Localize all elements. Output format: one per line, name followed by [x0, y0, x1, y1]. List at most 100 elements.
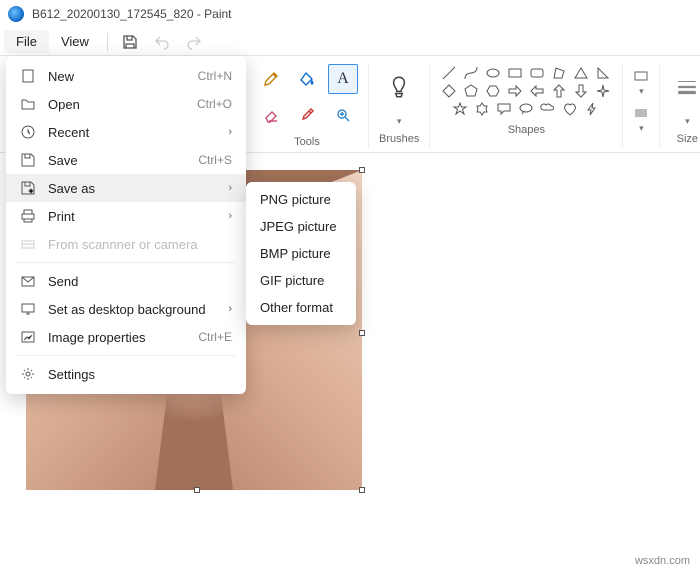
lightning-icon — [584, 101, 600, 117]
save-as-gif[interactable]: GIF picture — [246, 267, 356, 294]
text-tool[interactable]: A — [328, 64, 358, 94]
roundrect-icon — [529, 65, 545, 81]
shape-diamond[interactable] — [440, 82, 458, 100]
shape-curve[interactable] — [462, 64, 480, 82]
paint-app-icon — [8, 6, 24, 22]
scanner-icon — [20, 236, 36, 252]
shape-arrow-up[interactable] — [550, 82, 568, 100]
shape-lightning[interactable] — [583, 100, 601, 118]
eraser-tool[interactable] — [256, 100, 286, 130]
callout-cloud-icon — [540, 101, 556, 117]
file-menu-new[interactable]: New Ctrl+N — [6, 62, 246, 90]
file-menu-set-background[interactable]: Set as desktop background › — [6, 295, 246, 323]
shapes-label: Shapes — [508, 124, 545, 136]
fill-icon — [633, 105, 649, 121]
save-as-submenu: PNG picture JPEG picture BMP picture GIF… — [246, 182, 356, 325]
chevron-down-icon[interactable]: ▾ — [397, 116, 402, 127]
size-picker[interactable] — [670, 64, 700, 110]
picker-tool[interactable] — [292, 100, 322, 130]
shape-outline-button[interactable]: ▾ — [633, 68, 649, 97]
menu-view[interactable]: View — [49, 30, 101, 53]
shape-triangle[interactable] — [572, 64, 590, 82]
file-menu-save-as[interactable]: Save as › — [6, 174, 246, 202]
shape-arrow-down[interactable] — [572, 82, 590, 100]
file-menu-open[interactable]: Open Ctrl+O — [6, 90, 246, 118]
file-menu-save[interactable]: Save Ctrl+S — [6, 146, 246, 174]
brush-icon — [386, 74, 412, 100]
resize-handle-s[interactable] — [194, 487, 200, 493]
watermark: wsxdn.com — [635, 555, 690, 567]
save-as-bmp[interactable]: BMP picture — [246, 240, 356, 267]
pencil-tool[interactable] — [256, 64, 286, 94]
shape-polygon[interactable] — [550, 64, 568, 82]
save-as-jpeg[interactable]: JPEG picture — [246, 213, 356, 240]
resize-handle-ne[interactable] — [359, 167, 365, 173]
heart-icon — [562, 101, 578, 117]
chevron-right-icon: › — [228, 126, 232, 138]
shape-callout-cloud[interactable] — [539, 100, 557, 118]
callout-oval-icon — [518, 101, 534, 117]
file-menu-settings[interactable]: Settings — [6, 360, 246, 388]
outline-icon — [633, 68, 649, 84]
redo-icon — [186, 34, 202, 50]
file-menu-recent[interactable]: Recent › — [6, 118, 246, 146]
arrowl-icon — [529, 83, 545, 99]
shape-star6[interactable] — [473, 100, 491, 118]
undo-button[interactable] — [146, 28, 178, 56]
file-menu-send[interactable]: Send — [6, 267, 246, 295]
window-title: B612_20200130_172545_820 - Paint — [32, 7, 232, 21]
group-shape-opts: ▾ ▾ — [622, 64, 659, 148]
shape-arrow-left[interactable] — [528, 82, 546, 100]
menu-separator — [16, 262, 236, 263]
menu-separator — [16, 355, 236, 356]
shape-oval[interactable] — [484, 64, 502, 82]
shape-fill-button[interactable]: ▾ — [633, 105, 649, 134]
tools-label: Tools — [294, 136, 320, 148]
arrowr-icon — [507, 83, 523, 99]
file-menu: New Ctrl+N Open Ctrl+O Recent › Save Ctr… — [6, 56, 246, 394]
shape-right-triangle[interactable] — [594, 64, 612, 82]
star4-icon — [595, 83, 611, 99]
brush-picker[interactable] — [379, 64, 419, 110]
pentagon-icon — [463, 83, 479, 99]
shape-roundrect[interactable] — [528, 64, 546, 82]
group-brushes: ▾ Brushes — [368, 64, 429, 148]
save-icon — [20, 152, 36, 168]
properties-icon — [20, 329, 36, 345]
new-icon — [20, 68, 36, 84]
shape-hexagon[interactable] — [484, 82, 502, 100]
shape-rect[interactable] — [506, 64, 524, 82]
chevron-right-icon: › — [228, 303, 232, 315]
shape-callout-oval[interactable] — [517, 100, 535, 118]
save-as-png[interactable]: PNG picture — [246, 186, 356, 213]
file-menu-image-properties[interactable]: Image properties Ctrl+E — [6, 323, 246, 351]
resize-handle-se[interactable] — [359, 487, 365, 493]
chevron-right-icon: › — [228, 182, 232, 194]
chevron-down-icon[interactable]: ▾ — [685, 116, 690, 127]
rect-icon — [507, 65, 523, 81]
send-icon — [20, 273, 36, 289]
save-quick-button[interactable] — [114, 28, 146, 56]
fill-tool[interactable] — [292, 64, 322, 94]
shape-star4[interactable] — [594, 82, 612, 100]
star6-icon — [474, 101, 490, 117]
shape-heart[interactable] — [561, 100, 579, 118]
shape-arrow-right[interactable] — [506, 82, 524, 100]
bucket-icon — [299, 71, 315, 87]
file-menu-print[interactable]: Print › — [6, 202, 246, 230]
menu-file[interactable]: File — [4, 30, 49, 53]
shape-star5[interactable] — [451, 100, 469, 118]
undo-icon — [154, 34, 170, 50]
group-shapes: Shapes — [429, 64, 622, 148]
redo-button[interactable] — [178, 28, 210, 56]
shape-pentagon[interactable] — [462, 82, 480, 100]
picker-icon — [299, 107, 315, 123]
save-icon — [122, 34, 138, 50]
shape-callout-rect[interactable] — [495, 100, 513, 118]
print-icon — [20, 208, 36, 224]
menu-bar: File View — [0, 28, 700, 56]
save-as-other[interactable]: Other format — [246, 294, 356, 321]
zoom-tool[interactable] — [328, 100, 358, 130]
shape-line[interactable] — [440, 64, 458, 82]
resize-handle-e[interactable] — [359, 330, 365, 336]
